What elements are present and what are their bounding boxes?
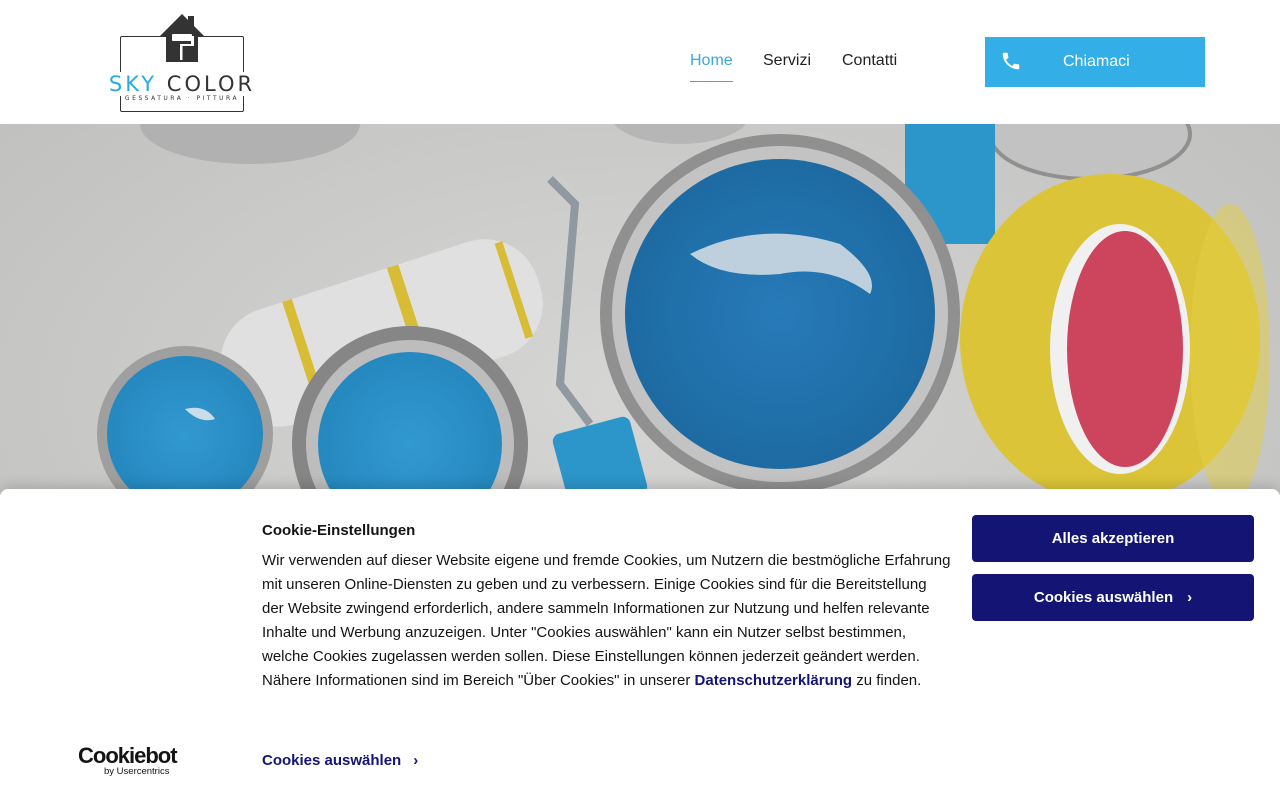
logo-subtitle: GESSATURA · PITTURA — [124, 95, 240, 102]
logo-text-sky: SKY — [108, 72, 158, 96]
house-roller-icon — [160, 14, 204, 62]
privacy-policy-link[interactable]: Datenschutzerklärung — [695, 672, 853, 689]
cookie-banner-text: Wir verwenden auf dieser Website eigene … — [262, 549, 952, 693]
site-header: SKY COLOR GESSATURA · PITTURA Home Servi… — [0, 0, 1280, 124]
site-logo[interactable]: SKY COLOR GESSATURA · PITTURA — [106, 12, 258, 114]
cookie-banner-title: Cookie-Einstellungen — [262, 522, 416, 539]
cookiebot-by-label: by Usercentrics — [104, 766, 170, 777]
call-button[interactable]: Chiamaci — [985, 37, 1205, 87]
select-cookies-button-label: Cookies auswählen — [1033, 589, 1174, 606]
accept-all-button[interactable]: Alles akzeptieren — [972, 515, 1254, 562]
nav-item-home[interactable]: Home — [690, 52, 733, 70]
chevron-right-icon: › — [1187, 589, 1193, 606]
select-cookies-link-label: Cookies auswählen — [262, 752, 402, 769]
nav-active-underline — [690, 81, 733, 82]
select-cookies-link[interactable]: Cookies auswählen › — [262, 752, 418, 769]
chevron-right-icon: › — [413, 752, 419, 769]
cookie-body-text: Wir verwenden auf dieser Website eigene … — [262, 552, 951, 689]
logo-wordmark: SKY COLOR — [106, 72, 258, 96]
nav-item-contatti[interactable]: Contatti — [842, 52, 897, 70]
logo-text-color: COLOR — [166, 72, 256, 96]
cookie-banner: Cookie-Einstellungen Wir verwenden auf d… — [0, 489, 1280, 800]
call-button-label: Chiamaci — [1063, 53, 1130, 70]
select-cookies-button[interactable]: Cookies auswählen › — [972, 574, 1254, 621]
phone-icon — [1002, 52, 1020, 70]
nav-item-servizi[interactable]: Servizi — [763, 52, 811, 70]
cookiebot-logo[interactable]: Cookiebot by Usercentrics — [78, 743, 188, 777]
cookie-body-text-end: zu finden. — [856, 672, 922, 689]
